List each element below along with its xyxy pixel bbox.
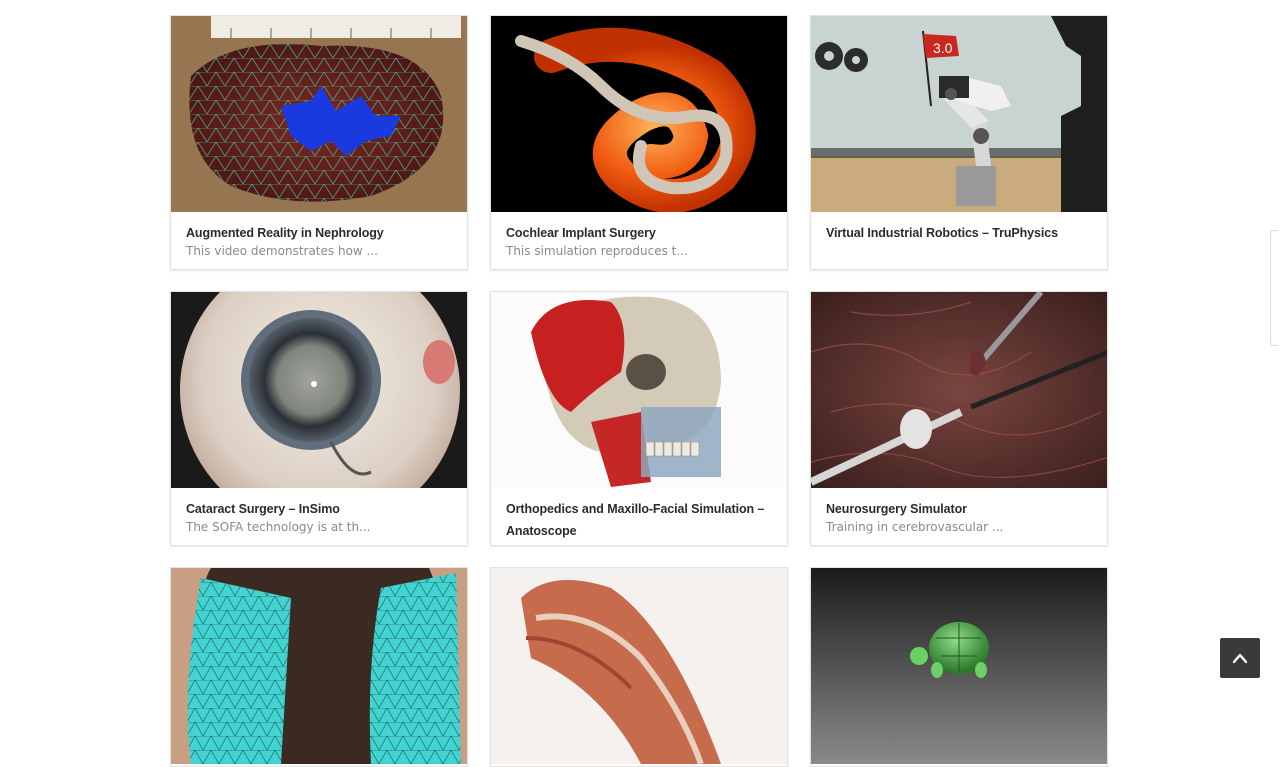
version-badge: 3.0 — [933, 40, 953, 56]
card-title[interactable]: Augmented Reality in Nephrology — [186, 222, 452, 244]
card-excerpt: This video demonstrates how ... — [186, 244, 378, 258]
portfolio-card[interactable] — [490, 567, 788, 767]
brain-surgery-image[interactable] — [811, 292, 1107, 488]
skull-muscle-image[interactable] — [491, 292, 787, 488]
portfolio-card[interactable]: 3.0 Virtual Industrial Robotics – TruPhy… — [810, 15, 1108, 270]
kidney-mesh-image[interactable] — [171, 16, 467, 212]
card-title[interactable]: Orthopedics and Maxillo-Facial Simulatio… — [506, 498, 772, 542]
turtle-model-image[interactable] — [811, 568, 1107, 764]
chevron-up-icon — [1232, 653, 1248, 664]
card-excerpt: The SOFA technology is at th... — [186, 520, 371, 534]
portfolio-card[interactable]: Augmented Reality in Nephrology This vid… — [170, 15, 468, 270]
card-title[interactable]: Cataract Surgery – InSimo — [186, 498, 452, 520]
industrial-robot-illustration[interactable]: 3.0 — [811, 16, 1107, 212]
scroll-to-top-button[interactable] — [1220, 638, 1260, 678]
tissue-mesh-image[interactable] — [171, 568, 467, 764]
portfolio-card[interactable]: Cochlear Implant Surgery This simulation… — [490, 15, 788, 270]
eye-surgery-image[interactable] — [171, 292, 467, 488]
card-title[interactable]: Cochlear Implant Surgery — [506, 222, 772, 244]
card-title[interactable]: Neurosurgery Simulator — [826, 498, 1092, 520]
card-excerpt: Training in cerebrovascular ... — [826, 520, 1004, 534]
portfolio-card[interactable]: Neurosurgery Simulator Training in cereb… — [810, 291, 1108, 546]
card-excerpt: This simulation reproduces t... — [506, 244, 688, 258]
arm-muscle-image[interactable] — [491, 568, 787, 764]
portfolio-card[interactable] — [810, 567, 1108, 767]
portfolio-card[interactable]: Cataract Surgery – InSimo The SOFA techn… — [170, 291, 468, 546]
side-panel-tab[interactable] — [1270, 230, 1278, 346]
portfolio-card[interactable] — [170, 567, 468, 767]
card-title[interactable]: Virtual Industrial Robotics – TruPhysics — [826, 222, 1092, 244]
cochlea-implant-image[interactable] — [491, 16, 787, 212]
portfolio-card[interactable]: Orthopedics and Maxillo-Facial Simulatio… — [490, 291, 788, 546]
